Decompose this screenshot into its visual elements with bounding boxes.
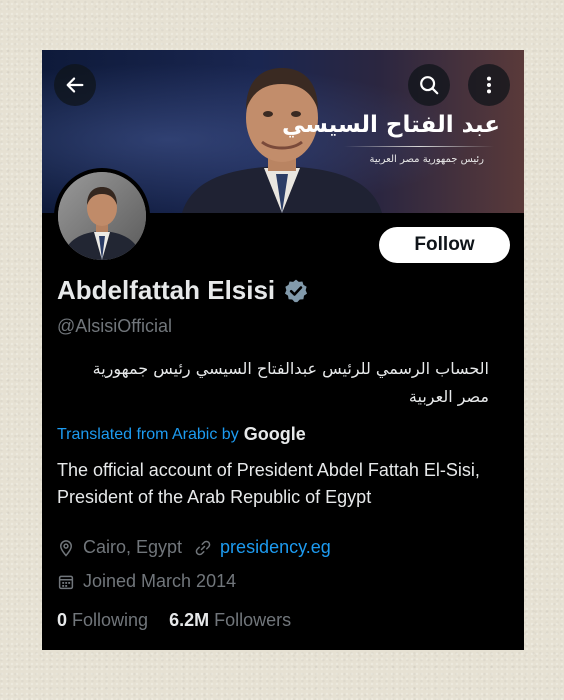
joined-text: Joined March 2014 [83, 571, 237, 591]
banner-divider [344, 146, 494, 147]
follow-counts: 0 Following 6.2M Followers [57, 610, 291, 631]
following-link[interactable]: 0 Following [57, 610, 148, 630]
more-vertical-icon [486, 76, 492, 94]
follow-button[interactable]: Follow [379, 227, 510, 263]
calendar-icon [57, 573, 77, 591]
translated-link[interactable]: Translated from Arabic by [57, 426, 239, 444]
banner-subtitle-ar: رئيس جمهورية مصر العربية [369, 154, 484, 165]
location-pin-icon [57, 539, 77, 557]
bio-translated: The official account of President Abdel … [57, 460, 480, 507]
profile-meta-row: Cairo, Egypt presidency.eg [57, 537, 331, 558]
profile-card: عبد الفتاح السيسي رئيس جمهورية مصر العرب… [42, 50, 524, 650]
name-row: Abdelfattah Elsisi [57, 275, 309, 306]
following-label: Following [72, 610, 149, 630]
display-name: Abdelfattah Elsisi [57, 275, 276, 305]
link-icon [194, 539, 214, 557]
search-button[interactable] [408, 64, 450, 106]
handle: @AlsisiOfficial [57, 316, 172, 336]
joined-row: Joined March 2014 [57, 571, 236, 592]
verified-badge-icon[interactable] [283, 278, 309, 304]
google-logo: Google [243, 424, 306, 444]
banner-name-ar: عبد الفتاح السيسي [281, 112, 500, 138]
location-text: Cairo, Egypt [83, 537, 183, 557]
more-button[interactable] [468, 64, 510, 106]
back-button[interactable] [54, 64, 96, 106]
followers-label: Followers [214, 610, 292, 630]
translation-attribution: Translated from Arabic by Google [57, 424, 306, 445]
avatar[interactable] [54, 168, 150, 264]
search-icon [420, 76, 439, 95]
followers-link[interactable]: 6.2M Followers [169, 610, 291, 630]
bio-arabic: الحساب الرسمي للرئيس عبدالفتاح السيسي رئ… [92, 359, 489, 406]
website-link[interactable]: presidency.eg [220, 537, 331, 558]
following-count: 0 [57, 610, 68, 630]
followers-count: 6.2M [169, 610, 210, 630]
avatar-portrait [58, 172, 146, 260]
arrow-left-icon [66, 77, 84, 93]
